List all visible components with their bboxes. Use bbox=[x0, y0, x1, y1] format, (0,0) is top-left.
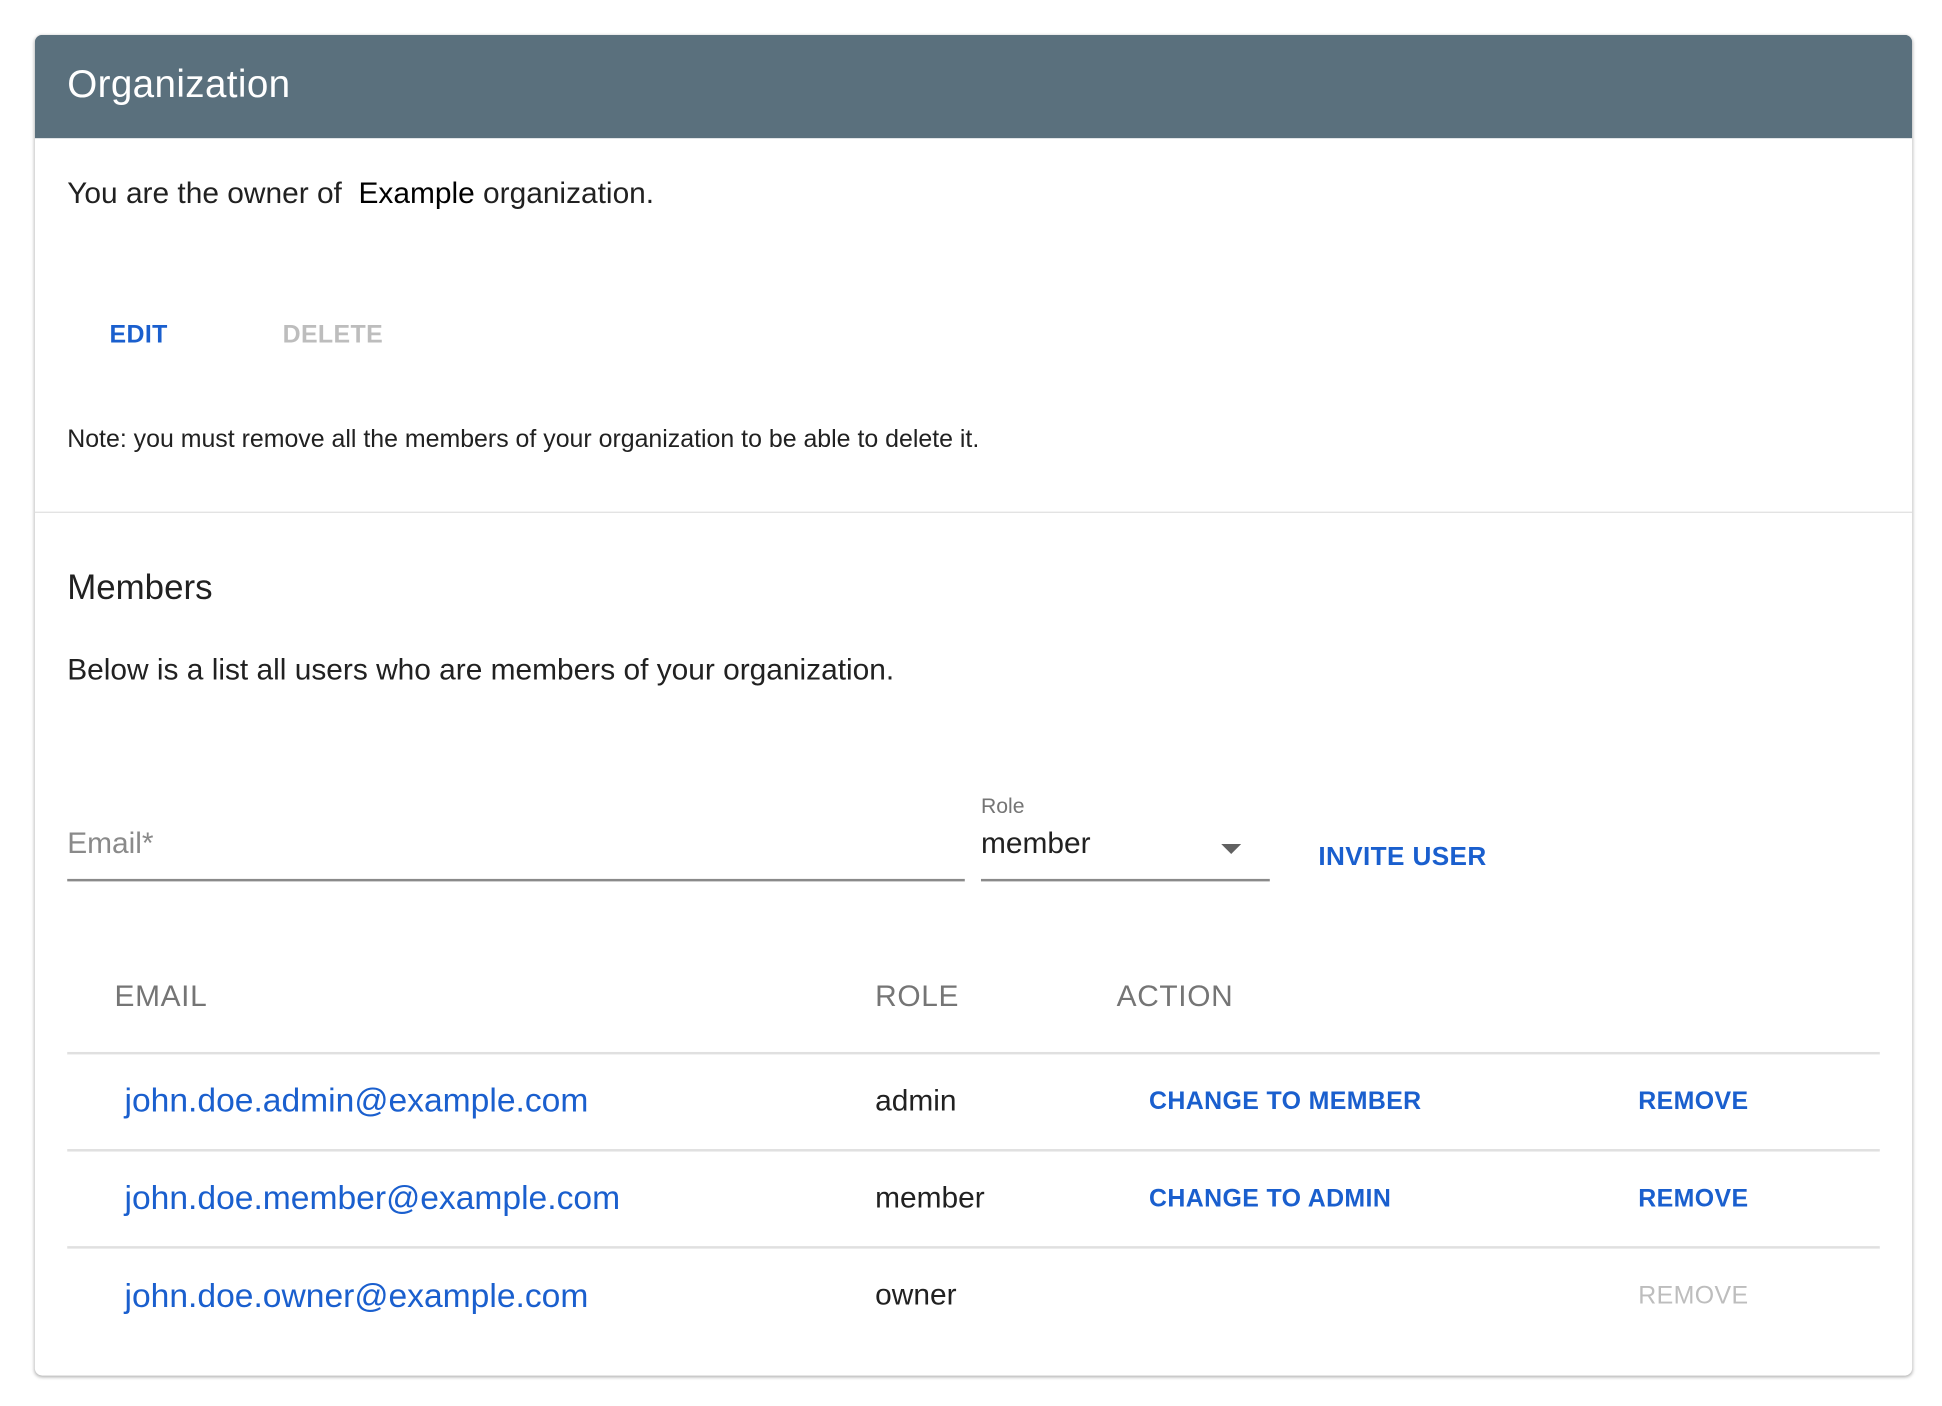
email-input[interactable]: Email* bbox=[67, 827, 965, 882]
change-to-admin-button[interactable]: CHANGE TO ADMIN bbox=[1149, 1185, 1391, 1214]
email-underline bbox=[67, 878, 965, 882]
row-divider bbox=[67, 1051, 1880, 1055]
member-role: owner bbox=[875, 1278, 957, 1313]
email-placeholder: Email* bbox=[67, 826, 154, 861]
remove-button-disabled[interactable]: REMOVE bbox=[1638, 1282, 1748, 1311]
section-divider bbox=[34, 511, 1913, 513]
column-header-email: EMAIL bbox=[114, 979, 208, 1014]
members-title: Members bbox=[67, 567, 213, 607]
org-name: Example bbox=[358, 176, 475, 211]
row-divider bbox=[67, 1246, 1880, 1249]
row-divider bbox=[67, 1149, 1880, 1152]
member-email-link[interactable]: john.doe.member@example.com bbox=[124, 1179, 620, 1218]
remove-button[interactable]: REMOVE bbox=[1638, 1088, 1748, 1117]
owner-statement: You are the owner of Example organizatio… bbox=[67, 177, 654, 212]
remove-button[interactable]: REMOVE bbox=[1638, 1185, 1748, 1214]
invite-user-button[interactable]: INVITE USER bbox=[1318, 843, 1486, 873]
organization-card: Organization You are the owner of Exampl… bbox=[34, 34, 1913, 1376]
column-header-role: ROLE bbox=[875, 979, 960, 1014]
member-role: admin bbox=[875, 1084, 957, 1118]
delete-note: Note: you must remove all the members of… bbox=[67, 425, 980, 454]
role-underline bbox=[980, 878, 1270, 882]
member-role: member bbox=[875, 1181, 985, 1216]
owner-suffix: organization. bbox=[483, 176, 655, 211]
member-email-link[interactable]: john.doe.admin@example.com bbox=[124, 1082, 588, 1121]
chevron-down-icon bbox=[1221, 844, 1242, 855]
page-title: Organization bbox=[67, 62, 291, 106]
members-description: Below is a list all users who are member… bbox=[67, 653, 895, 688]
owner-prefix: You are the owner of bbox=[67, 176, 342, 211]
role-value: member bbox=[980, 826, 1091, 861]
card-header: Organization bbox=[34, 34, 1913, 139]
role-label: Role bbox=[980, 794, 1025, 818]
column-header-action: ACTION bbox=[1116, 979, 1234, 1014]
role-select[interactable]: member bbox=[981, 827, 1270, 882]
delete-button[interactable]: DELETE bbox=[283, 321, 383, 350]
member-email-link[interactable]: john.doe.owner@example.com bbox=[124, 1277, 588, 1316]
edit-button[interactable]: EDIT bbox=[110, 321, 168, 350]
change-to-member-button[interactable]: CHANGE TO MEMBER bbox=[1149, 1088, 1421, 1117]
